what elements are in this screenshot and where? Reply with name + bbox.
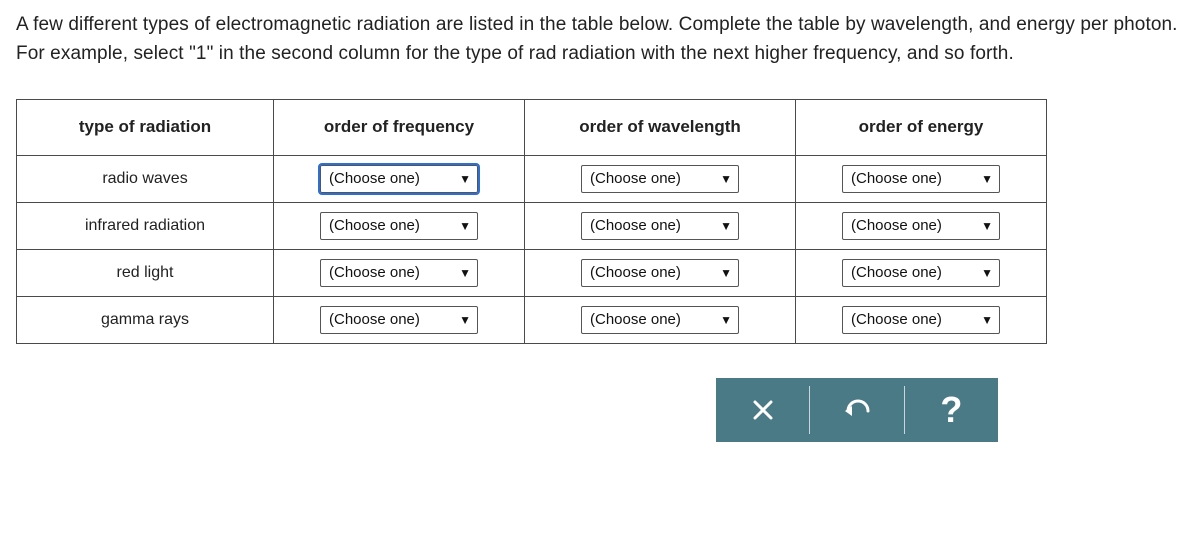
- select-frequency-radio-waves[interactable]: (Choose one) ▼: [320, 165, 478, 193]
- select-placeholder: (Choose one): [329, 217, 420, 234]
- chevron-down-icon: ▼: [459, 266, 471, 280]
- radiation-table: type of radiation order of frequency ord…: [16, 99, 1047, 344]
- select-wavelength-infrared[interactable]: (Choose one) ▼: [581, 212, 739, 240]
- chevron-down-icon: ▼: [720, 266, 732, 280]
- select-placeholder: (Choose one): [329, 264, 420, 281]
- select-placeholder: (Choose one): [590, 311, 681, 328]
- select-frequency-infrared[interactable]: (Choose one) ▼: [320, 212, 478, 240]
- select-placeholder: (Choose one): [329, 311, 420, 328]
- undo-icon: [842, 399, 872, 421]
- select-placeholder: (Choose one): [851, 170, 942, 187]
- row-label-red-light: red light: [17, 249, 274, 296]
- header-wavelength: order of wavelength: [525, 99, 796, 155]
- chevron-down-icon: ▼: [720, 172, 732, 186]
- select-placeholder: (Choose one): [851, 311, 942, 328]
- help-icon: ?: [940, 389, 962, 431]
- header-frequency: order of frequency: [274, 99, 525, 155]
- select-placeholder: (Choose one): [851, 264, 942, 281]
- table-row: radio waves (Choose one) ▼ (Choose one) …: [17, 155, 1047, 202]
- chevron-down-icon: ▼: [459, 313, 471, 327]
- chevron-down-icon: ▼: [459, 219, 471, 233]
- select-energy-gamma-rays[interactable]: (Choose one) ▼: [842, 306, 1000, 334]
- table-row: red light (Choose one) ▼ (Choose one) ▼: [17, 249, 1047, 296]
- select-energy-radio-waves[interactable]: (Choose one) ▼: [842, 165, 1000, 193]
- select-placeholder: (Choose one): [590, 264, 681, 281]
- close-button[interactable]: [716, 378, 809, 442]
- row-label-gamma-rays: gamma rays: [17, 296, 274, 343]
- header-energy: order of energy: [796, 99, 1047, 155]
- close-icon: [751, 398, 775, 422]
- chevron-down-icon: ▼: [720, 219, 732, 233]
- chevron-down-icon: ▼: [981, 172, 993, 186]
- select-frequency-red-light[interactable]: (Choose one) ▼: [320, 259, 478, 287]
- select-wavelength-radio-waves[interactable]: (Choose one) ▼: [581, 165, 739, 193]
- instructions-text: A few different types of electromagnetic…: [16, 10, 1200, 69]
- question-container: A few different types of electromagnetic…: [0, 0, 1200, 442]
- action-toolbar: ?: [716, 378, 998, 442]
- chevron-down-icon: ▼: [720, 313, 732, 327]
- select-energy-infrared[interactable]: (Choose one) ▼: [842, 212, 1000, 240]
- row-label-radio-waves: radio waves: [17, 155, 274, 202]
- select-energy-red-light[interactable]: (Choose one) ▼: [842, 259, 1000, 287]
- table-row: gamma rays (Choose one) ▼ (Choose one) ▼: [17, 296, 1047, 343]
- chevron-down-icon: ▼: [981, 266, 993, 280]
- select-placeholder: (Choose one): [590, 170, 681, 187]
- select-wavelength-gamma-rays[interactable]: (Choose one) ▼: [581, 306, 739, 334]
- help-button[interactable]: ?: [905, 378, 998, 442]
- select-placeholder: (Choose one): [590, 217, 681, 234]
- header-type: type of radiation: [17, 99, 274, 155]
- select-placeholder: (Choose one): [851, 217, 942, 234]
- select-placeholder: (Choose one): [329, 170, 420, 187]
- row-label-infrared: infrared radiation: [17, 202, 274, 249]
- chevron-down-icon: ▼: [459, 172, 471, 186]
- table-row: infrared radiation (Choose one) ▼ (Choos…: [17, 202, 1047, 249]
- select-frequency-gamma-rays[interactable]: (Choose one) ▼: [320, 306, 478, 334]
- select-wavelength-red-light[interactable]: (Choose one) ▼: [581, 259, 739, 287]
- undo-button[interactable]: [810, 378, 903, 442]
- chevron-down-icon: ▼: [981, 313, 993, 327]
- chevron-down-icon: ▼: [981, 219, 993, 233]
